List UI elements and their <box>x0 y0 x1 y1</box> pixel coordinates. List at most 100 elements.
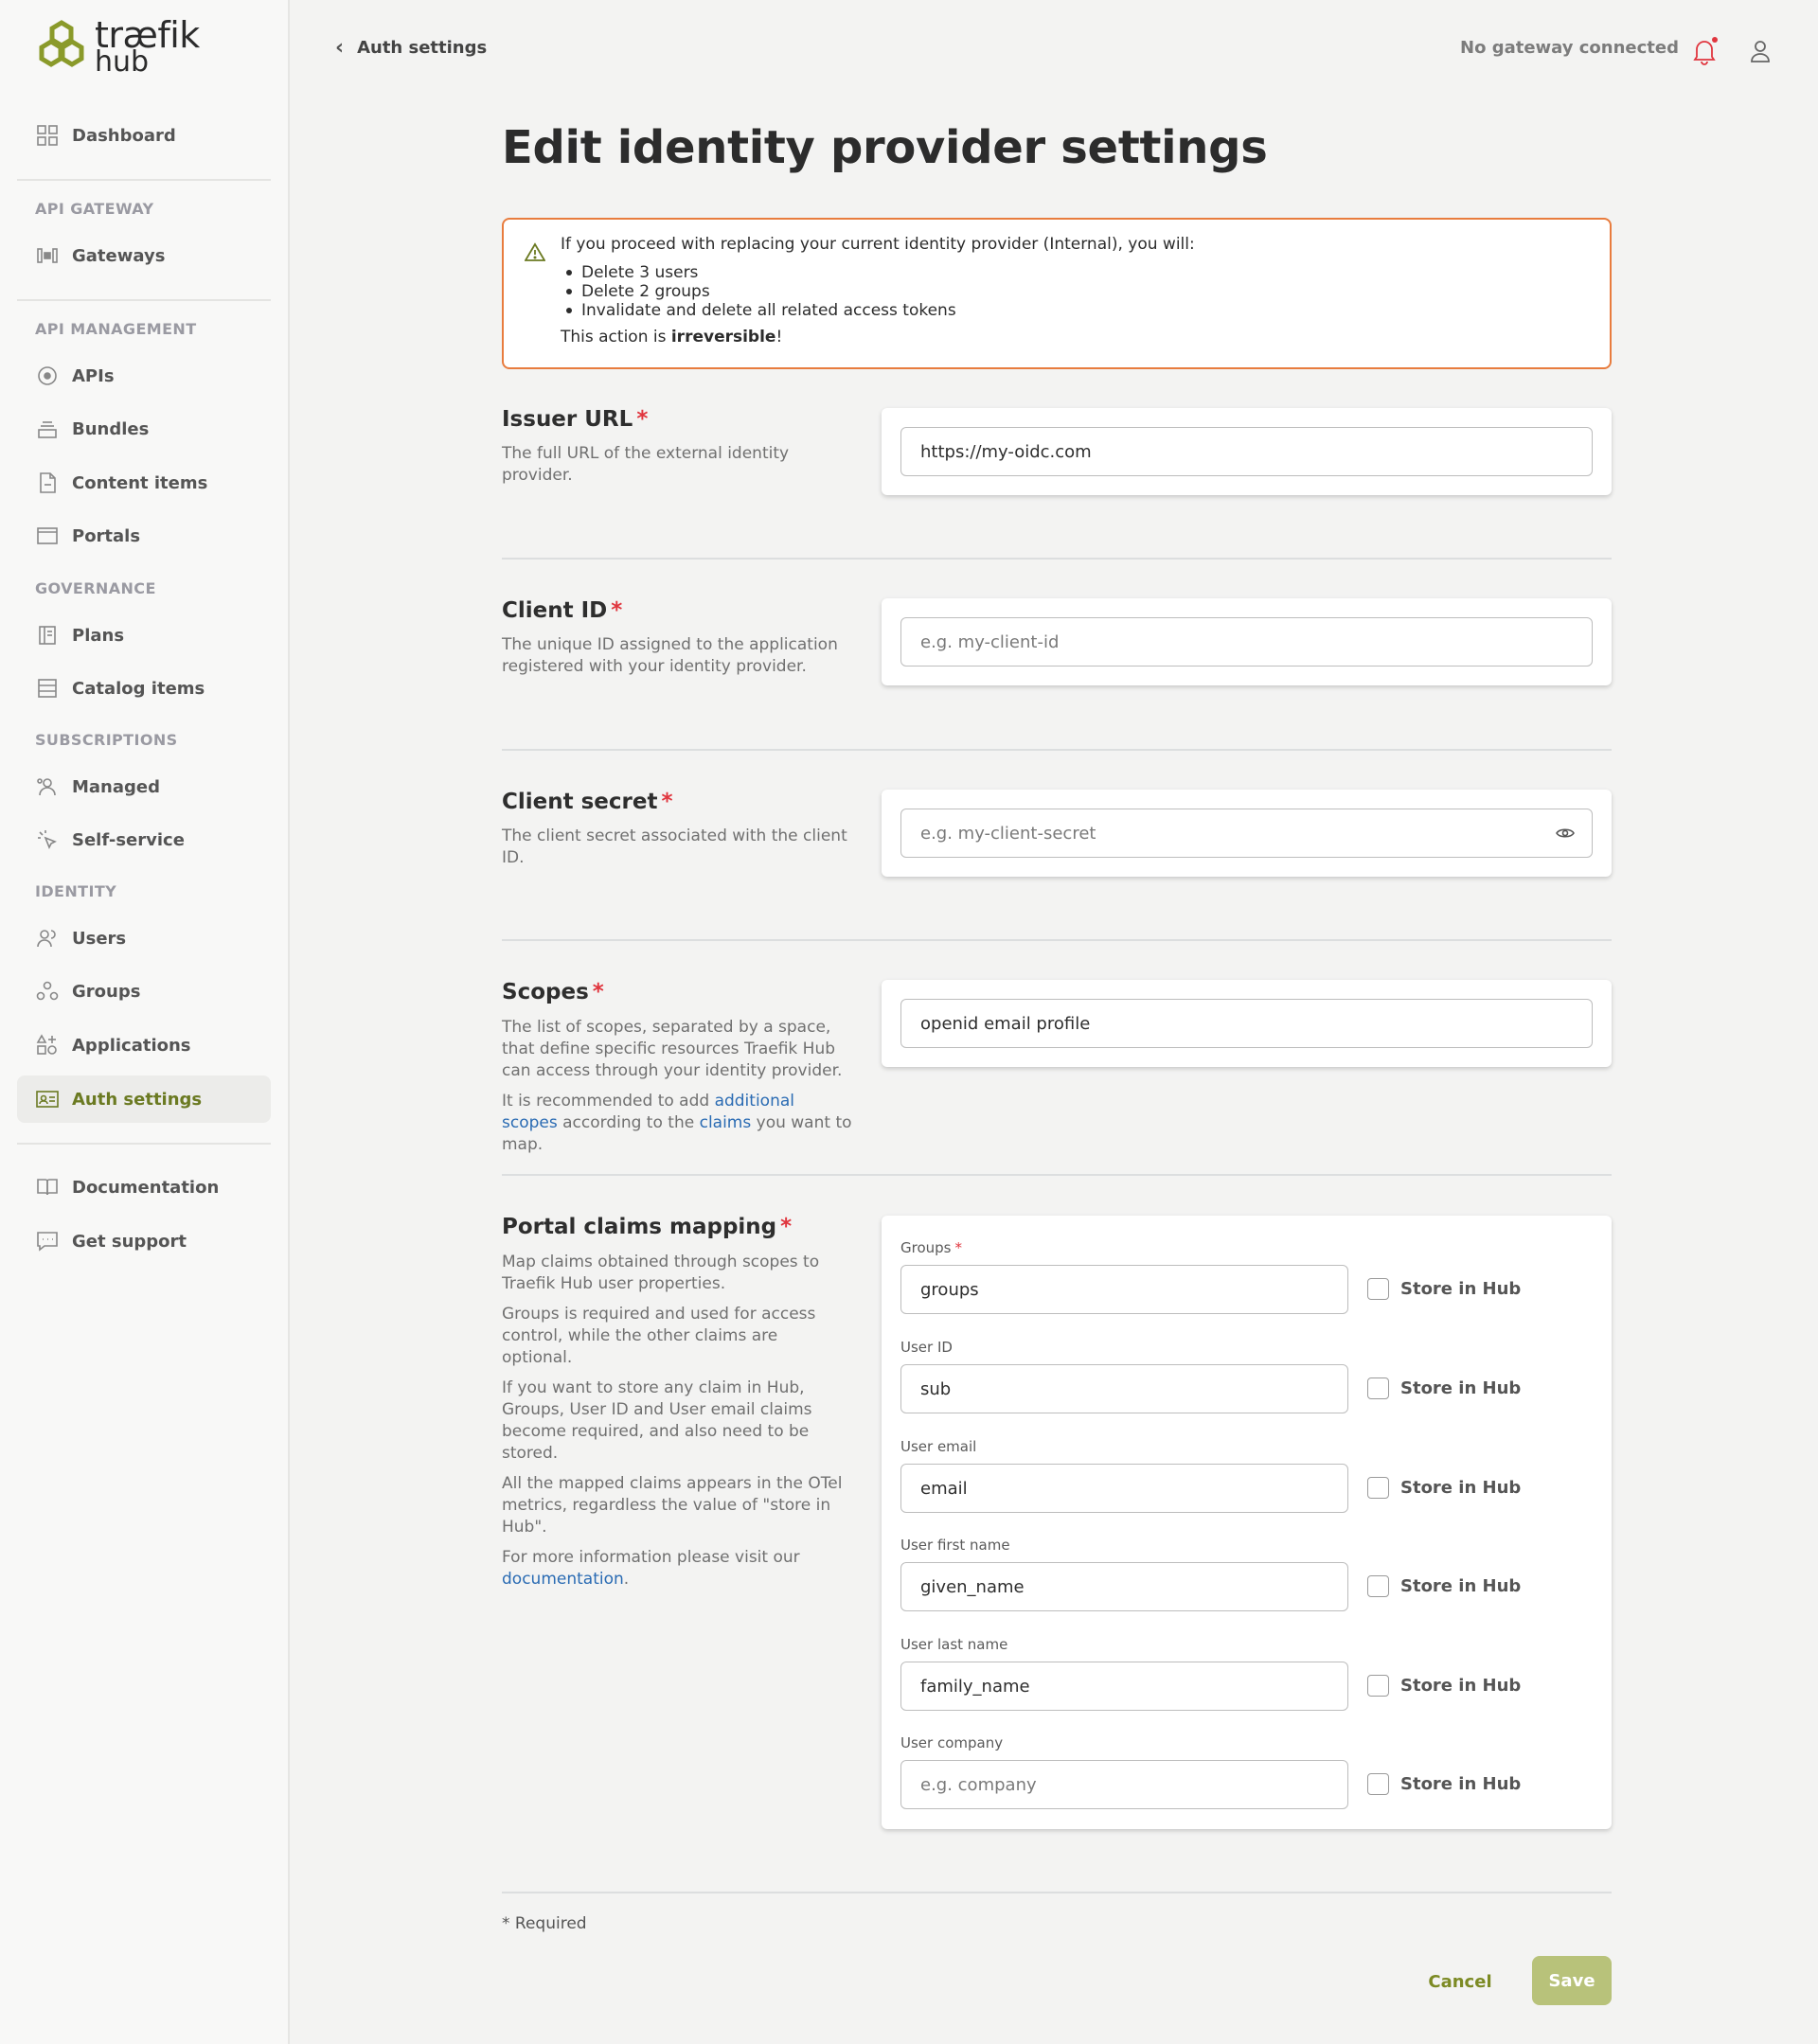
warning-triangle-icon <box>524 242 546 266</box>
sidebar-item-label: Self-service <box>72 829 185 850</box>
scopes-card: openid email profile <box>882 980 1612 1067</box>
portal-icon <box>36 524 59 547</box>
client-secret-card: e.g. my-client-secret <box>882 790 1612 877</box>
user-first-name-claim-input[interactable]: given_name <box>900 1562 1348 1611</box>
sidebar-divider <box>17 299 271 301</box>
user-menu-button[interactable] <box>1750 40 1771 66</box>
scopes-input[interactable]: openid email profile <box>900 999 1593 1048</box>
user-id-claim-input[interactable]: sub <box>900 1364 1348 1413</box>
gateway-status: No gateway connected <box>1460 38 1680 58</box>
sidebar-item-label: Plans <box>72 625 125 646</box>
plans-icon <box>36 624 59 647</box>
client-id-desc: The unique ID assigned to the applicatio… <box>502 635 838 676</box>
groups-icon <box>36 980 59 1003</box>
user-email-label: User email <box>900 1438 977 1455</box>
user-first-name-store-checkbox[interactable]: Store in Hub <box>1367 1575 1521 1597</box>
client-id-card: e.g. my-client-id <box>882 598 1612 685</box>
client-secret-title: Client secret * <box>502 790 673 814</box>
back-link-label: Auth settings <box>357 38 488 58</box>
bell-icon <box>1693 37 1718 65</box>
claims-desc-3: If you want to store any claim in Hub, G… <box>502 1378 812 1463</box>
store-in-hub-label: Store in Hub <box>1400 1774 1522 1794</box>
user-company-claim-input[interactable]: e.g. company <box>900 1760 1348 1809</box>
users-icon <box>36 927 59 950</box>
sidebar-item-catalog-items[interactable]: Catalog items <box>17 665 271 712</box>
claims-desc-1: Map claims obtained through scopes to Tr… <box>502 1253 820 1293</box>
client-secret-input[interactable]: e.g. my-client-secret <box>900 809 1593 858</box>
user-last-name-store-checkbox[interactable]: Store in Hub <box>1367 1675 1521 1697</box>
save-button[interactable]: Save <box>1532 1956 1612 2005</box>
client-id-title: Client ID * <box>502 598 623 623</box>
issuer-url-input[interactable]: https://my-oidc.com <box>900 427 1593 476</box>
warning-irreversible: This action is irreversible! <box>561 328 783 347</box>
sidebar-divider <box>17 179 271 181</box>
sidebar: træfik hub Dashboard API GATEWAY Gateway… <box>0 0 290 2044</box>
user-email-claim-input[interactable]: email <box>900 1464 1348 1513</box>
sidebar-item-content-items[interactable]: Content items <box>17 459 271 507</box>
sidebar-item-get-support[interactable]: Get support <box>17 1218 271 1265</box>
claims-desc-4: All the mapped claims appears in the OTe… <box>502 1474 843 1537</box>
claims-title: Portal claims mapping * <box>502 1215 793 1239</box>
sidebar-item-managed[interactable]: Managed <box>17 763 271 810</box>
store-in-hub-label: Store in Hub <box>1400 1676 1522 1696</box>
back-link[interactable]: ‹ Auth settings <box>335 36 487 60</box>
scopes-desc-text: The list of scopes, separated by a space… <box>502 1018 843 1080</box>
notifications-button[interactable] <box>1689 36 1720 70</box>
sidebar-item-groups[interactable]: Groups <box>17 968 271 1015</box>
warning-banner: If you proceed with replacing your curre… <box>502 218 1612 369</box>
sidebar-item-applications[interactable]: Applications <box>17 1022 271 1069</box>
client-secret-placeholder: e.g. my-client-secret <box>920 823 1096 844</box>
chat-bubble-icon <box>36 1230 59 1253</box>
warning-list: Delete 3 users Delete 2 groups Invalidat… <box>562 263 1610 320</box>
sidebar-item-documentation[interactable]: Documentation <box>17 1164 271 1211</box>
checkbox[interactable] <box>1367 1575 1389 1597</box>
user-company-label: User company <box>900 1734 1004 1751</box>
section-api-gateway: API GATEWAY <box>35 200 154 218</box>
sidebar-item-users[interactable]: Users <box>17 915 271 962</box>
sidebar-item-plans[interactable]: Plans <box>17 612 271 659</box>
sidebar-item-portals[interactable]: Portals <box>17 512 271 560</box>
checkbox[interactable] <box>1367 1377 1389 1399</box>
applications-icon <box>36 1034 59 1057</box>
sidebar-item-label: Users <box>72 928 127 949</box>
eye-icon[interactable] <box>1556 825 1575 844</box>
checkbox[interactable] <box>1367 1477 1389 1499</box>
section-api-management: API MANAGEMENT <box>35 320 197 338</box>
documentation-link[interactable]: documentation <box>502 1570 624 1589</box>
sidebar-item-self-service[interactable]: Self-service <box>17 816 271 863</box>
user-id-store-checkbox[interactable]: Store in Hub <box>1367 1377 1521 1399</box>
sidebar-item-dashboard[interactable]: Dashboard <box>17 112 271 159</box>
sidebar-item-label: Portals <box>72 525 141 546</box>
user-last-name-claim-input[interactable]: family_name <box>900 1662 1348 1711</box>
warning-item: Delete 3 users <box>562 263 1610 282</box>
api-icon <box>36 364 59 387</box>
cursor-click-icon <box>36 828 59 851</box>
groups-claim-input[interactable]: groups <box>900 1265 1348 1314</box>
claims-link[interactable]: claims <box>700 1113 752 1132</box>
cancel-button[interactable]: Cancel <box>1415 1958 1506 2005</box>
checkbox[interactable] <box>1367 1278 1389 1300</box>
user-icon <box>1751 41 1770 62</box>
user-company-store-checkbox[interactable]: Store in Hub <box>1367 1773 1521 1795</box>
groups-store-checkbox[interactable]: Store in Hub <box>1367 1278 1521 1300</box>
sidebar-item-auth-settings[interactable]: Auth settings <box>17 1075 271 1123</box>
sidebar-item-gateways[interactable]: Gateways <box>17 232 271 279</box>
section-governance: GOVERNANCE <box>35 579 156 597</box>
client-id-input[interactable]: e.g. my-client-id <box>900 617 1593 667</box>
traefik-hub-logo[interactable]: træfik hub <box>34 17 200 77</box>
claims-desc-5: For more information please visit our do… <box>502 1548 800 1589</box>
sidebar-item-bundles[interactable]: Bundles <box>17 405 271 453</box>
checkbox[interactable] <box>1367 1675 1389 1697</box>
store-in-hub-label: Store in Hub <box>1400 1378 1522 1398</box>
checkbox[interactable] <box>1367 1773 1389 1795</box>
sidebar-item-label: Get support <box>72 1231 187 1252</box>
managed-icon <box>36 775 59 798</box>
user-last-name-label: User last name <box>900 1636 1008 1653</box>
claims-desc-2: Groups is required and used for access c… <box>502 1305 816 1367</box>
sidebar-item-apis[interactable]: APIs <box>17 352 271 400</box>
user-email-store-checkbox[interactable]: Store in Hub <box>1367 1477 1521 1499</box>
section-divider <box>502 558 1612 560</box>
page-title: Edit identity provider settings <box>502 121 1268 174</box>
user-id-label: User ID <box>900 1339 953 1356</box>
id-card-icon <box>36 1088 59 1111</box>
